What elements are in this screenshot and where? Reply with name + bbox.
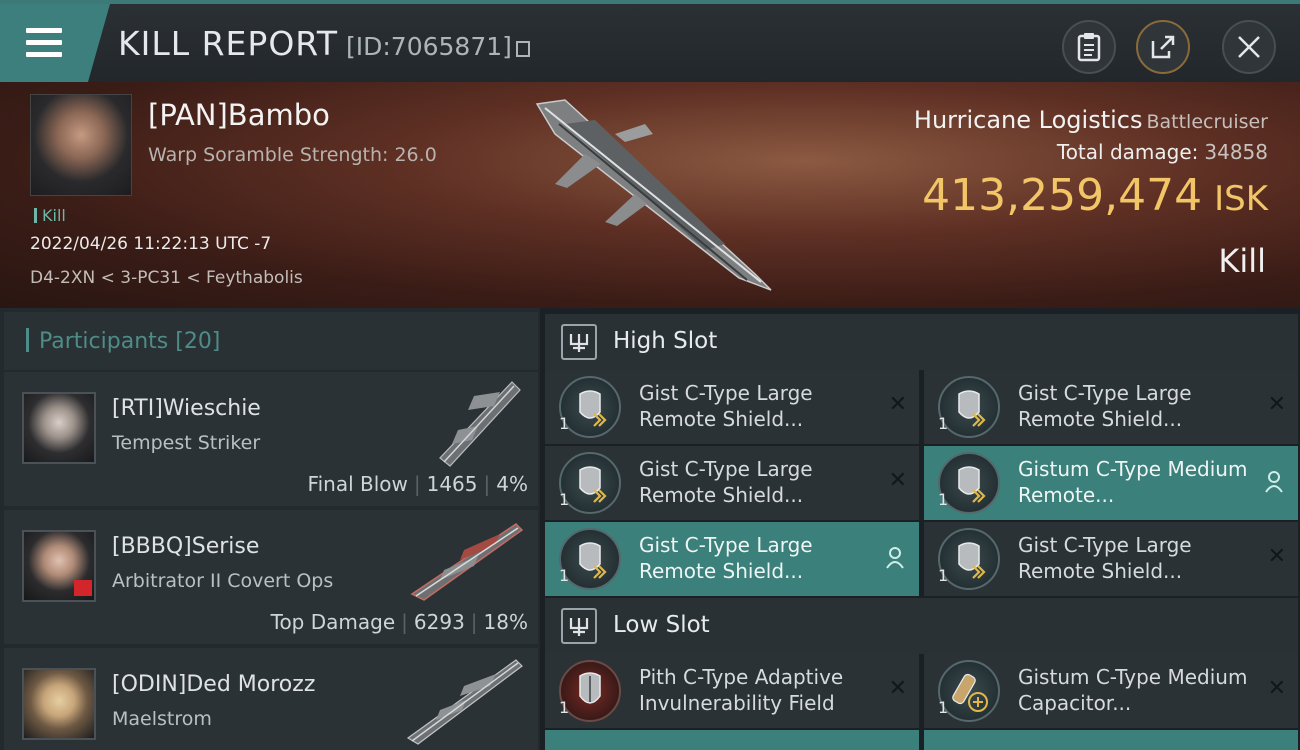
- participant-row[interactable]: [RTI]Wieschie Tempest Striker Final Blow…: [4, 372, 538, 506]
- module-item[interactable]: [924, 730, 1298, 750]
- participant-tag: Top Damage: [270, 610, 396, 634]
- module-item[interactable]: 1 Pith C-Type Adaptive Invulnerability F…: [545, 654, 919, 728]
- participant-ship-image: [439, 381, 521, 467]
- participant-row[interactable]: [BBBQ]Serise Arbitrator II Covert Ops To…: [4, 510, 538, 644]
- victim-pilot-name[interactable]: [PAN]Bambo: [148, 98, 330, 132]
- victim-avatar[interactable]: [30, 94, 132, 196]
- destroyed-icon: ✕: [1267, 392, 1286, 417]
- module-item[interactable]: 1 Gist C-Type Large Remote Shield...: [545, 522, 919, 596]
- participant-ship-image: [406, 659, 523, 745]
- participant-avatar[interactable]: [22, 530, 96, 602]
- victim-ship-image: [535, 99, 772, 291]
- module-name: Gist C-Type Large Remote Shield...: [639, 381, 813, 431]
- kill-time: 2022/04/26 11:22:13 UTC -7: [30, 234, 272, 254]
- destroyed-icon: ✕: [1267, 676, 1286, 701]
- destroyed-icon: ✕: [888, 676, 907, 701]
- share-icon: [1151, 35, 1175, 59]
- participants-title-text: Participants: [39, 329, 169, 354]
- participant-name[interactable]: [BBBQ]Serise: [112, 534, 259, 559]
- module-quantity: 1: [559, 414, 570, 433]
- total-damage: Total damage: 34858: [1057, 140, 1268, 164]
- dropped-person-icon: [1265, 471, 1283, 493]
- dropped-person-icon: [886, 547, 904, 569]
- module-quantity: 1: [938, 490, 949, 509]
- participant-damage: 1465: [426, 472, 478, 496]
- clipboard-button[interactable]: [1062, 20, 1116, 74]
- clipboard-icon: [1077, 33, 1101, 62]
- high-slot-icon: [561, 324, 597, 360]
- module-quantity: 1: [559, 566, 570, 585]
- module-quantity: 1: [938, 414, 949, 433]
- module-item[interactable]: 1 Gist C-Type Large Remote Shield... ✕: [924, 370, 1298, 444]
- isk-value: 413,259,474 ISK: [922, 170, 1268, 221]
- victim-ship-name: Hurricane Logistics: [913, 106, 1143, 134]
- kill-result: Kill: [1218, 242, 1266, 280]
- victim-ship[interactable]: Hurricane Logistics Battlecruiser: [914, 106, 1268, 134]
- participant-tag: Final Blow: [307, 472, 408, 496]
- page-title-text: KILL REPORT: [118, 24, 338, 63]
- module-item[interactable]: 1 Gist C-Type Large Remote Shield... ✕: [545, 370, 919, 444]
- close-button[interactable]: [1222, 20, 1276, 74]
- participants-count: [20]: [175, 329, 221, 354]
- participant-stats: Final Blow | 1465 | 4%: [307, 472, 528, 496]
- module-item[interactable]: 1 Gistum C-Type Medium Remote...: [924, 446, 1298, 520]
- module-quantity: 1: [938, 698, 949, 717]
- participant-percent: 18%: [483, 610, 528, 634]
- participants-header[interactable]: Participants [20]: [4, 312, 538, 370]
- participant-percent: 4%: [496, 472, 528, 496]
- participant-ship: Maelstrom: [112, 708, 212, 730]
- copy-icon[interactable]: [515, 41, 530, 57]
- destroyed-icon: ✕: [888, 468, 907, 493]
- high-slot-title: High Slot: [613, 328, 718, 354]
- participant-avatar[interactable]: [22, 668, 96, 740]
- participant-name[interactable]: [RTI]Wieschie: [112, 396, 261, 421]
- isk-unit: ISK: [1214, 179, 1268, 219]
- total-damage-label: Total damage:: [1056, 140, 1199, 164]
- module-quantity: 1: [559, 698, 570, 717]
- total-damage-value: 34858: [1204, 140, 1268, 164]
- module-item[interactable]: 1 Gistum C-Type Medium Capacitor... ✕: [924, 654, 1298, 728]
- module-quantity: 1: [938, 566, 949, 585]
- status-badge: [74, 580, 92, 596]
- destroyed-icon: ✕: [888, 392, 907, 417]
- participants-panel: Participants [20] [RTI]Wieschie Tempest …: [0, 308, 540, 750]
- participant-avatar[interactable]: [22, 392, 96, 464]
- module-name: Gist C-Type Large Remote Shield...: [639, 457, 813, 507]
- low-slot-header: Low Slot: [545, 598, 1298, 654]
- participants-title: Participants [20]: [26, 328, 220, 354]
- module-name: Pith C-Type Adaptive Invulnerability Fie…: [639, 665, 844, 715]
- low-slot-title: Low Slot: [613, 612, 710, 638]
- module-item[interactable]: 1 Gist C-Type Large Remote Shield... ✕: [924, 522, 1298, 596]
- participant-damage: 6293: [413, 610, 465, 634]
- participant-name[interactable]: [ODIN]Ded Morozz: [112, 672, 315, 697]
- destroyed-icon: ✕: [1267, 544, 1286, 569]
- report-id: [ID:7065871]: [345, 32, 512, 61]
- menu-button[interactable]: [0, 4, 110, 82]
- participant-stats: Top Damage | 6293 | 18%: [270, 610, 528, 634]
- page-title: KILL REPORT [ID:7065871]: [118, 24, 530, 63]
- close-icon: [1238, 36, 1260, 58]
- warp-scramble-strength: Warp Soramble Strength: 26.0: [148, 144, 437, 166]
- module-name: Gist C-Type Large Remote Shield...: [639, 533, 813, 583]
- high-slot-header: High Slot: [545, 314, 1298, 370]
- low-slot-icon: [561, 608, 597, 644]
- kill-tag: Kill: [34, 206, 66, 225]
- module-quantity: 1: [559, 490, 570, 509]
- kill-banner: [PAN]Bambo Warp Soramble Strength: 26.0 …: [0, 82, 1300, 308]
- share-button[interactable]: [1136, 20, 1190, 74]
- kill-location: D4-2XN < 3-PC31 < Feythabolis: [30, 268, 303, 288]
- module-name: Gist C-Type Large Remote Shield...: [1018, 381, 1192, 431]
- module-name: Gistum C-Type Medium Capacitor...: [1018, 665, 1248, 715]
- victim-ship-class: Battlecruiser: [1146, 111, 1268, 133]
- module-name: Gist C-Type Large Remote Shield...: [1018, 533, 1192, 583]
- module-item[interactable]: 1 Gist C-Type Large Remote Shield... ✕: [545, 446, 919, 520]
- module-item[interactable]: [545, 730, 919, 750]
- participant-ship: Tempest Striker: [112, 432, 261, 454]
- participant-ship-image: [410, 523, 524, 601]
- isk-amount: 413,259,474: [922, 170, 1203, 221]
- participant-row[interactable]: [ODIN]Ded Morozz Maelstrom: [4, 648, 538, 750]
- module-name: Gistum C-Type Medium Remote...: [1018, 457, 1248, 507]
- participant-ship: Arbitrator II Covert Ops: [112, 570, 334, 592]
- top-bar: KILL REPORT [ID:7065871]: [0, 0, 1300, 82]
